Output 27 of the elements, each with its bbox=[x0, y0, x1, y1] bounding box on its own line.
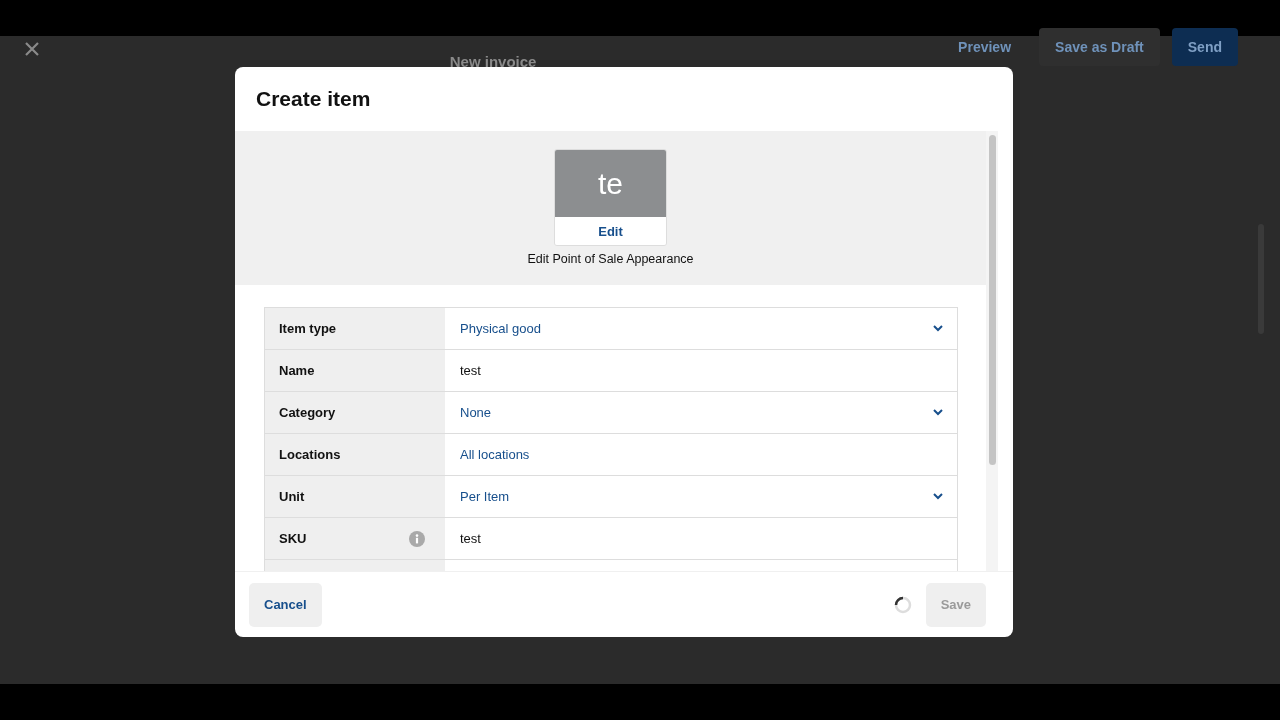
select-field[interactable]: Per Item bbox=[445, 476, 957, 517]
dialog-title: Create item bbox=[255, 86, 372, 112]
send-button[interactable]: Send bbox=[1171, 28, 1238, 66]
page-title: New invoice bbox=[448, 52, 538, 70]
item-thumbnail: te bbox=[555, 150, 666, 217]
appearance-caption: Edit Point of Sale Appearance bbox=[527, 252, 694, 266]
chevron-down-icon bbox=[933, 493, 943, 500]
field-label: Name bbox=[279, 363, 315, 378]
locations-link[interactable]: All locations bbox=[445, 434, 957, 475]
draft-button[interactable]: Save as Draft bbox=[1039, 28, 1160, 66]
dialog-scrollbar[interactable] bbox=[986, 131, 998, 571]
cancel-button[interactable]: Cancel bbox=[249, 582, 322, 627]
field-label: Unit bbox=[279, 489, 305, 504]
field-label: Locations bbox=[279, 447, 341, 462]
edit-button[interactable]: Edit bbox=[555, 217, 666, 245]
field-label: SKU bbox=[279, 531, 307, 546]
field-label: Category bbox=[279, 405, 336, 420]
chevron-down-icon bbox=[933, 409, 943, 416]
close-icon[interactable] bbox=[25, 42, 39, 56]
select-field[interactable]: None bbox=[445, 392, 957, 433]
chevron-down-icon bbox=[933, 325, 943, 332]
field-label: Item type bbox=[279, 321, 337, 336]
preview-button[interactable]: Preview bbox=[942, 28, 1028, 66]
input-field[interactable]: test bbox=[445, 518, 957, 559]
info-icon[interactable] bbox=[409, 530, 425, 547]
select-field[interactable]: Physical good bbox=[445, 308, 957, 349]
input-field[interactable]: test bbox=[445, 350, 957, 391]
